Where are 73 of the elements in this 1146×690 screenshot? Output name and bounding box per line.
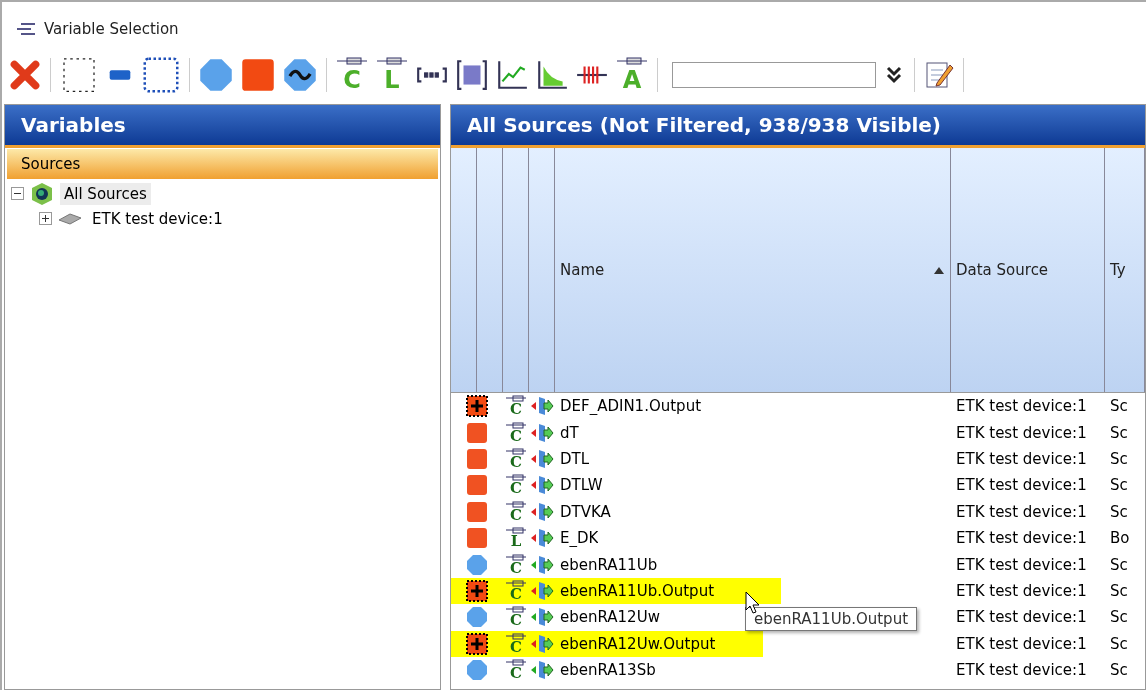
connector-icon <box>335 57 369 67</box>
table-cell-text: ETK test device:1 <box>955 555 1088 574</box>
table-cell-text: dT <box>559 423 579 442</box>
wave-icon[interactable] <box>282 57 318 93</box>
expand-toggle[interactable] <box>11 187 24 200</box>
square-icon <box>466 421 488 444</box>
table-cell-text: Sc <box>1109 555 1129 574</box>
table-cell-text: Sc <box>1109 423 1129 442</box>
table-cell-text: ebenRA11Ub.Output <box>559 581 715 600</box>
column-title: Name <box>560 261 605 279</box>
column-header[interactable]: Data Source <box>951 148 1105 392</box>
column-header[interactable]: Name <box>555 148 951 392</box>
measurement-icon <box>466 579 488 602</box>
dotted-square-icon[interactable] <box>141 55 181 95</box>
octagon-icon <box>466 606 488 629</box>
window-title: Variable Selection <box>44 20 179 38</box>
delete-icon[interactable] <box>8 58 42 92</box>
square-icon[interactable] <box>240 57 276 93</box>
table-cell-text: Sc <box>1109 661 1129 680</box>
search-field[interactable] <box>672 62 876 88</box>
square-icon <box>466 474 488 497</box>
table-cell-text: ETK test device:1 <box>955 423 1088 442</box>
panel-header: Variables <box>5 105 440 148</box>
matrix-icon[interactable] <box>455 58 489 92</box>
table-cell-text: ebenRA12Uw <box>559 608 660 627</box>
table-cell-text: ebenRA12Uw.Output <box>559 634 716 653</box>
octagon-icon <box>466 553 488 576</box>
square-icon <box>466 500 488 523</box>
table-cell-text: ebenRA11Ub <box>559 555 658 574</box>
square-icon <box>466 447 488 470</box>
table-cell-text: ETK test device:1 <box>955 634 1088 653</box>
tree-item[interactable]: ETK test device:1 <box>88 207 227 230</box>
table-cell-text: DEF_ADIN1.Output <box>559 397 702 416</box>
globe-icon <box>30 181 54 206</box>
line-chart-icon[interactable] <box>495 58 529 92</box>
table-cell-text: ETK test device:1 <box>955 608 1088 627</box>
table-cell-text: Sc <box>1109 634 1129 653</box>
window-icon <box>16 22 36 36</box>
measurement-icon <box>466 395 488 418</box>
connector-icon <box>375 57 409 67</box>
octagon-icon[interactable] <box>198 57 234 93</box>
expand-toggle[interactable] <box>39 212 52 225</box>
table-cell-text: Sc <box>1109 608 1129 627</box>
table-cell-text: Sc <box>1109 449 1129 468</box>
square-icon <box>466 527 488 550</box>
table-cell-text: ETK test device:1 <box>955 449 1088 468</box>
panel-header: All Sources (Not Filtered, 938/938 Visible) <box>451 105 1145 148</box>
octagon-icon <box>466 659 488 682</box>
table-cell-text: ETK test device:1 <box>955 661 1088 680</box>
column-header[interactable]: Ty <box>1105 148 1145 392</box>
table-cell-text: E_DK <box>559 529 599 548</box>
table-cell-text: Sc <box>1109 476 1129 495</box>
measurement-icon <box>466 632 488 655</box>
table-cell-text: ETK test device:1 <box>955 529 1088 548</box>
table-cell-text: ETK test device:1 <box>955 397 1088 416</box>
tooltip: ebenRA11Ub.Output <box>745 607 918 632</box>
area-chart-icon[interactable] <box>535 58 569 92</box>
connector-icon <box>615 57 649 67</box>
section-header: Sources <box>7 149 438 179</box>
tree-item[interactable]: All Sources <box>60 182 151 205</box>
table-cell-text: Bo <box>1109 529 1131 548</box>
table-cell-text: ETK test device:1 <box>955 502 1088 521</box>
table-cell-text: Sc <box>1109 502 1129 521</box>
device-icon <box>58 210 82 227</box>
table-cell-text: Sc <box>1109 581 1129 600</box>
table-cell-text: DTLW <box>559 476 603 495</box>
edit-icon[interactable] <box>923 59 955 91</box>
table-cell-text: DTVKA <box>559 502 611 521</box>
table-cell-text: ebenRA13Sb <box>559 661 656 680</box>
table-cell-text: DTL <box>559 449 590 468</box>
table-cell-text: Sc <box>1109 397 1129 416</box>
table-cell-text: ETK test device:1 <box>955 476 1088 495</box>
table-cell-text: ETK test device:1 <box>955 581 1088 600</box>
